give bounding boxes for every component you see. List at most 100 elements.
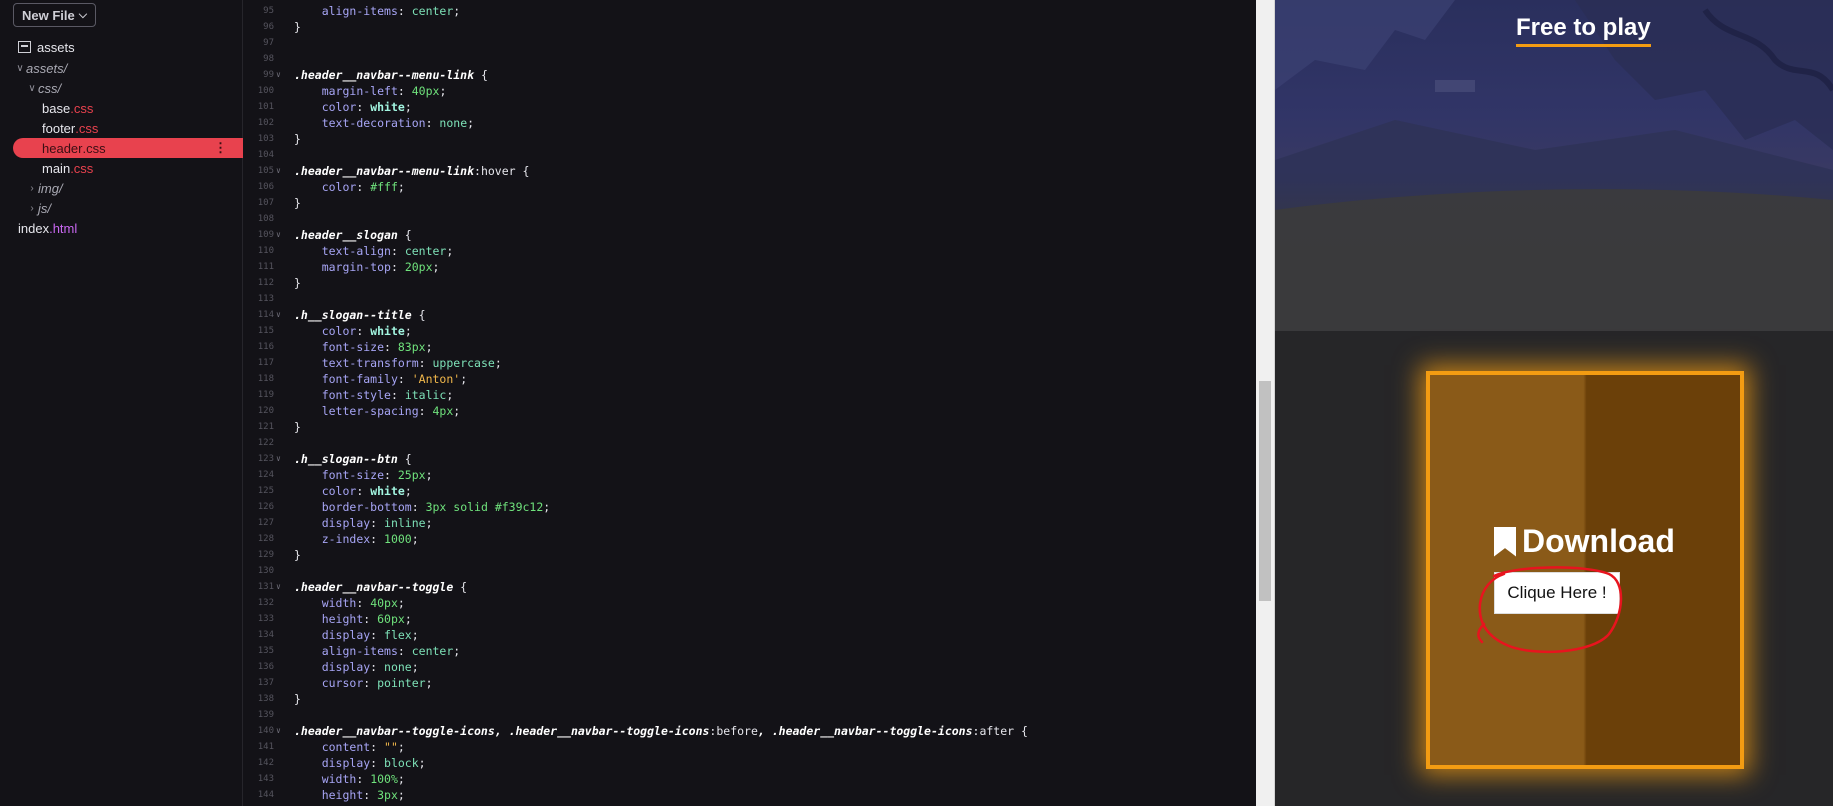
code-line[interactable]: 131 ∨ .header__navbar--toggle { bbox=[244, 579, 1256, 595]
code-line[interactable]: 106 color: #fff; bbox=[244, 179, 1256, 195]
code-line[interactable]: 140 ∨ .header__navbar--toggle-icons, .head… bbox=[244, 723, 1256, 739]
hero-background-image: Free to play bbox=[1275, 0, 1833, 331]
line-number: 111 bbox=[257, 262, 274, 272]
code-line[interactable]: 119 font-style: italic; bbox=[244, 387, 1256, 403]
code-line[interactable]: 134 display: flex; bbox=[244, 627, 1256, 643]
code-line[interactable]: 95 align-items: center; bbox=[244, 3, 1256, 19]
code-line[interactable]: 116 font-size: 83px; bbox=[244, 339, 1256, 355]
line-number: 140 bbox=[257, 726, 274, 736]
code-editor[interactable]: 95 align-items: center; 96} 97 98 99 ∨ .header… bbox=[244, 0, 1256, 806]
code-line[interactable]: 143 width: 100%; bbox=[244, 771, 1256, 787]
code-line[interactable]: 101 color: white; bbox=[244, 99, 1256, 115]
tree-file-header-css[interactable]: header .css ⋮ bbox=[13, 138, 243, 158]
download-title: Download bbox=[1494, 523, 1675, 560]
code-line[interactable]: 103} bbox=[244, 131, 1256, 147]
code-line[interactable]: 130 bbox=[244, 563, 1256, 579]
code-line[interactable]: 129} bbox=[244, 547, 1256, 563]
code-line[interactable]: 137 cursor: pointer; bbox=[244, 675, 1256, 691]
tree-folder-css[interactable]: ∨ css/ bbox=[26, 78, 61, 98]
code-line[interactable]: 100 margin-left: 40px; bbox=[244, 83, 1256, 99]
file-name: header bbox=[42, 140, 83, 156]
fold-chevron-icon[interactable]: ∨ bbox=[276, 67, 281, 83]
fold-chevron-icon[interactable]: ∨ bbox=[276, 227, 281, 243]
line-number: 107 bbox=[257, 198, 274, 208]
fold-chevron-icon[interactable]: ∨ bbox=[276, 579, 281, 595]
chevron-right-icon: › bbox=[30, 202, 34, 214]
tree-item-label: img/ bbox=[38, 180, 63, 196]
code-line[interactable]: 115 color: white; bbox=[244, 323, 1256, 339]
code-line[interactable]: 125 color: white; bbox=[244, 483, 1256, 499]
code-line[interactable]: 136 display: none; bbox=[244, 659, 1256, 675]
fold-chevron-icon[interactable]: ∨ bbox=[276, 307, 281, 323]
code-text: .h__slogan--title { bbox=[294, 308, 426, 322]
fold-chevron-icon[interactable]: ∨ bbox=[276, 163, 281, 179]
fold-chevron-icon[interactable]: ∨ bbox=[276, 451, 281, 467]
code-line[interactable]: 141 content: ""; bbox=[244, 739, 1256, 755]
editor-scrollbar-thumb[interactable] bbox=[1259, 381, 1271, 601]
file-extension: .css bbox=[75, 120, 99, 136]
code-line[interactable]: 132 width: 40px; bbox=[244, 595, 1256, 611]
code-text: color: #fff; bbox=[321, 180, 405, 194]
line-number: 105 bbox=[257, 166, 274, 176]
tree-folder-js[interactable]: › js/ bbox=[26, 198, 51, 218]
code-line[interactable]: 107} bbox=[244, 195, 1256, 211]
line-number: 131 bbox=[257, 582, 274, 592]
line-number: 128 bbox=[257, 534, 274, 544]
code-text: align-items: center; bbox=[321, 644, 461, 658]
new-file-label: New File bbox=[22, 7, 75, 23]
code-line[interactable]: 117 text-transform: uppercase; bbox=[244, 355, 1256, 371]
code-line[interactable]: 142 display: block; bbox=[244, 755, 1256, 771]
line-number: 144 bbox=[257, 790, 274, 800]
code-text: } bbox=[294, 420, 301, 434]
tree-file-footer-css[interactable]: footer .css bbox=[42, 118, 98, 138]
code-line[interactable]: 144 height: 3px; bbox=[244, 787, 1256, 803]
code-line[interactable]: 102 text-decoration: none; bbox=[244, 115, 1256, 131]
code-line[interactable]: 118 font-family: 'Anton'; bbox=[244, 371, 1256, 387]
code-line[interactable]: 120 letter-spacing: 4px; bbox=[244, 403, 1256, 419]
code-line[interactable]: 104 bbox=[244, 147, 1256, 163]
code-text: } bbox=[294, 276, 301, 290]
code-line[interactable]: 121} bbox=[244, 419, 1256, 435]
code-line[interactable]: 123 ∨ .h__slogan--btn { bbox=[244, 451, 1256, 467]
code-line[interactable]: 126 border-bottom: 3px solid #f39c12; bbox=[244, 499, 1256, 515]
line-number: 108 bbox=[257, 214, 274, 224]
file-name: main bbox=[42, 160, 71, 176]
chevron-down-icon: ⌵ bbox=[78, 8, 88, 21]
tree-file-main-css[interactable]: main .css bbox=[42, 158, 93, 178]
code-line[interactable]: 99 ∨ .header__navbar--menu-link { bbox=[244, 67, 1256, 83]
code-line[interactable]: 139 bbox=[244, 707, 1256, 723]
code-text: border-bottom: 3px solid #f39c12; bbox=[321, 500, 551, 514]
code-line[interactable]: 114 ∨ .h__slogan--title { bbox=[244, 307, 1256, 323]
file-name: base bbox=[42, 100, 71, 116]
fold-chevron-icon[interactable]: ∨ bbox=[276, 723, 281, 739]
code-line[interactable]: 113 bbox=[244, 291, 1256, 307]
tree-item-assets-root[interactable]: assets bbox=[18, 37, 75, 57]
code-line[interactable]: 96} bbox=[244, 19, 1256, 35]
code-line[interactable]: 133 height: 60px; bbox=[244, 611, 1256, 627]
new-file-button[interactable]: New File ⌵ bbox=[13, 3, 97, 27]
code-line[interactable]: 98 bbox=[244, 51, 1256, 67]
line-number: 141 bbox=[257, 742, 274, 752]
code-line[interactable]: 138} bbox=[244, 691, 1256, 707]
line-number: 100 bbox=[257, 86, 274, 96]
code-line[interactable]: 108 bbox=[244, 211, 1256, 227]
code-line[interactable]: 127 display: inline; bbox=[244, 515, 1256, 531]
tree-file-base-css[interactable]: base .css bbox=[42, 98, 93, 118]
code-line[interactable]: 122 bbox=[244, 435, 1256, 451]
code-line[interactable]: 111 margin-top: 20px; bbox=[244, 259, 1256, 275]
tree-folder-img[interactable]: › img/ bbox=[26, 178, 63, 198]
code-line[interactable]: 110 text-align: center; bbox=[244, 243, 1256, 259]
live-preview: Free to play Download Clique Here ! bbox=[1275, 0, 1833, 806]
more-options-icon[interactable]: ⋮ bbox=[214, 140, 227, 156]
code-line[interactable]: 128 z-index: 1000; bbox=[244, 531, 1256, 547]
free-to-play-button[interactable]: Free to play bbox=[1516, 14, 1651, 47]
code-line[interactable]: 124 font-size: 25px; bbox=[244, 467, 1256, 483]
code-line[interactable]: 97 bbox=[244, 35, 1256, 51]
code-line[interactable]: 135 align-items: center; bbox=[244, 643, 1256, 659]
code-line[interactable]: 105 ∨ .header__navbar--menu-link:hover { bbox=[244, 163, 1256, 179]
code-line[interactable]: 112} bbox=[244, 275, 1256, 291]
tree-file-index-html[interactable]: index .html bbox=[18, 218, 77, 238]
code-line[interactable]: 109 ∨ .header__slogan { bbox=[244, 227, 1256, 243]
line-number: 102 bbox=[257, 118, 274, 128]
tree-folder-assets[interactable]: ∨ assets/ bbox=[14, 58, 67, 78]
